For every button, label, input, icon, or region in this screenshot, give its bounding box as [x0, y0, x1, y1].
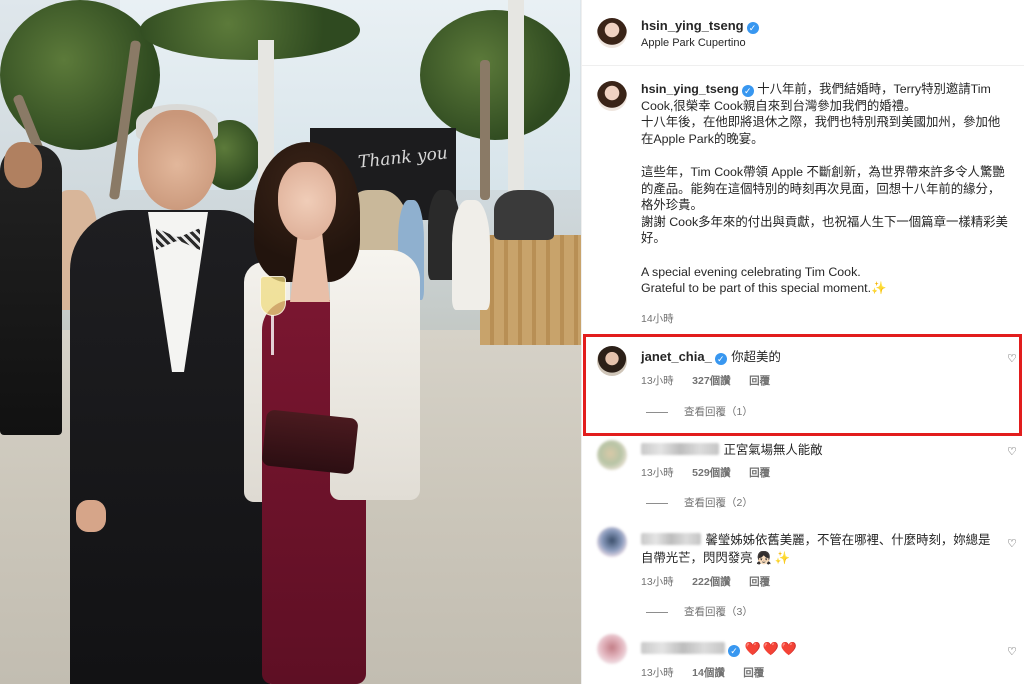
- comment-text: 正宮氣場無人能敵: [723, 443, 823, 457]
- view-replies-label[interactable]: 查看回覆（3）: [684, 606, 753, 618]
- comment-meta: 13小時 327個讚 回覆: [641, 371, 770, 389]
- reply-button[interactable]: 回覆: [749, 375, 770, 387]
- caption-timestamp[interactable]: 14小時: [641, 311, 674, 326]
- verified-badge-icon: ✓: [714, 353, 727, 365]
- comment-text: 你超美的: [731, 350, 781, 364]
- comment-avatar[interactable]: [597, 440, 627, 470]
- comment-time[interactable]: 13小時: [641, 667, 674, 679]
- caption-avatar[interactable]: [597, 81, 627, 111]
- photo-man-face: [138, 110, 216, 210]
- photo-wine-glass: [260, 276, 286, 316]
- reply-button[interactable]: 回覆: [749, 467, 770, 479]
- photo-trunk: [480, 60, 490, 200]
- comment-text: ❤️❤️❤️: [744, 641, 800, 656]
- verified-badge-icon: ✓: [746, 22, 759, 34]
- comment-text-cont: 自帶光芒，閃閃發亮 👧🏻 ✨: [641, 551, 791, 565]
- photo-table: [480, 235, 581, 345]
- comment-username[interactable]: janet_chia_: [641, 349, 712, 364]
- comment-username-redacted[interactable]: [641, 533, 701, 545]
- post-sidebar: hsin_ying_tseng ✓ Apple Park Cupertino hs…: [581, 0, 1024, 684]
- comment-avatar[interactable]: [597, 346, 627, 376]
- reply-button[interactable]: 回覆: [749, 576, 770, 588]
- photo-tree: [420, 10, 570, 140]
- heart-outline-icon[interactable]: ♡: [1007, 445, 1017, 458]
- photo-guest-left: [0, 145, 62, 435]
- post-author: hsin_ying_tseng ✓: [641, 17, 759, 35]
- comment-likes[interactable]: 14個讚: [692, 667, 725, 679]
- photo-guest-left-head: [4, 142, 42, 188]
- photo-man-hand: [76, 500, 106, 532]
- comment-avatar[interactable]: [597, 634, 627, 664]
- heart-outline-icon[interactable]: ♡: [1007, 537, 1017, 550]
- comment-row: 正宮氣場無人能敵: [641, 440, 823, 459]
- post-caption: hsin_ying_tseng ✓ 十八年前，我們結婚時，Terry特別邀請Tim…: [641, 81, 1011, 297]
- post-header: hsin_ying_tseng ✓ Apple Park Cupertino: [582, 0, 1024, 66]
- comment-meta: 13小時 529個讚 回覆: [641, 463, 770, 481]
- comment-likes[interactable]: 529個讚: [692, 467, 731, 479]
- view-replies-label[interactable]: 查看回覆（2）: [684, 497, 753, 509]
- comment-meta: 13小時 222個讚 回覆: [641, 572, 770, 590]
- photo-guest: [452, 200, 490, 310]
- divider: [646, 411, 668, 413]
- avatar[interactable]: [597, 18, 627, 48]
- comment-meta: 13小時 14個讚 回覆: [641, 663, 764, 681]
- verified-badge-icon: ✓: [728, 645, 740, 657]
- comment-likes[interactable]: 327個讚: [692, 375, 731, 387]
- heart-outline-icon[interactable]: ♡: [1007, 645, 1017, 658]
- divider: [646, 611, 668, 613]
- comment-time[interactable]: 13小時: [641, 467, 674, 479]
- photo-guest: [494, 190, 554, 240]
- caption-text: 十八年前，我們結婚時，Terry特別邀請Tim Cook,很榮幸 Cook親自來…: [641, 82, 1008, 296]
- comment-row: janet_chia_ ✓ 你超美的: [641, 347, 781, 366]
- photo-woman-face: [278, 162, 336, 240]
- heart-outline-icon[interactable]: ♡: [1007, 352, 1017, 365]
- post-photo[interactable]: Thank you: [0, 0, 581, 684]
- view-replies[interactable]: 查看回覆（3）: [646, 604, 753, 619]
- author-username[interactable]: hsin_ying_tseng: [641, 18, 744, 33]
- comment-row: 馨瑩姊姊依舊美麗，不管在哪裡、什麼時刻，妳總是 自帶光芒，閃閃發亮 👧🏻 ✨: [641, 531, 1001, 567]
- comment-time[interactable]: 13小時: [641, 576, 674, 588]
- comment-username-redacted[interactable]: [641, 642, 725, 654]
- photo-glass-stem: [271, 315, 274, 355]
- post-location[interactable]: Apple Park Cupertino: [641, 37, 746, 49]
- view-replies[interactable]: 查看回覆（1）: [646, 404, 753, 419]
- comment-username-redacted[interactable]: [641, 443, 719, 455]
- verified-badge-icon: ✓: [741, 85, 754, 97]
- photo-tree: [140, 0, 360, 60]
- caption-username[interactable]: hsin_ying_tseng: [641, 82, 739, 96]
- comment-avatar[interactable]: [597, 527, 627, 557]
- comment-time[interactable]: 13小時: [641, 375, 674, 387]
- reply-button[interactable]: 回覆: [743, 667, 764, 679]
- divider: [646, 502, 668, 504]
- comment-text: 馨瑩姊姊依舊美麗，不管在哪裡、什麼時刻，妳總是: [705, 533, 991, 547]
- comment-row: ✓ ❤️❤️❤️: [641, 640, 799, 658]
- comment-likes[interactable]: 222個讚: [692, 576, 731, 588]
- view-replies[interactable]: 查看回覆（2）: [646, 495, 753, 510]
- photo-clutch: [261, 409, 359, 475]
- view-replies-label[interactable]: 查看回覆（1）: [684, 406, 753, 418]
